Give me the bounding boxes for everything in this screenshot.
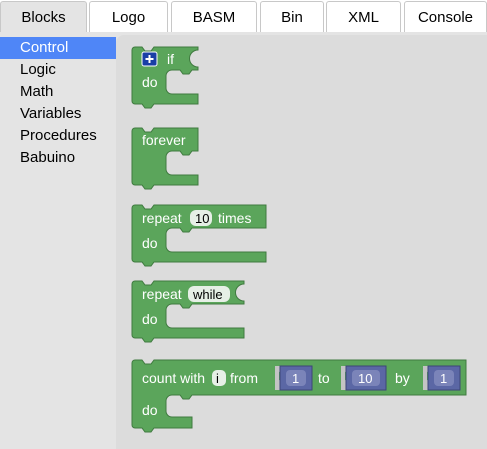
count-with-block[interactable]: count with i from 1 to 10 by 1 do xyxy=(131,359,467,433)
plus-icon[interactable] xyxy=(141,51,158,67)
block-flyout: if do forever repeat 10 times do repeat xyxy=(116,35,487,449)
repeat-do-label: do xyxy=(142,235,158,251)
from-number-block[interactable]: 1 xyxy=(275,365,313,391)
category-babuino[interactable]: Babuino xyxy=(0,147,116,169)
count-from-label: from xyxy=(230,370,258,386)
toolbox: Control Logic Math Variables Procedures … xyxy=(0,35,116,449)
repeat-while-label: repeat xyxy=(142,286,182,302)
category-control[interactable]: Control xyxy=(0,37,116,59)
repeat-times-label: times xyxy=(218,210,251,226)
tab-bar: Blocks Logo BASM Bin XML Console xyxy=(0,0,487,32)
count-by-label: by xyxy=(395,370,410,386)
forever-block[interactable]: forever xyxy=(131,127,199,190)
repeat-label: repeat xyxy=(142,210,182,226)
count-var-field[interactable] xyxy=(212,370,226,386)
tab-blocks[interactable]: Blocks xyxy=(0,1,87,32)
blockly-workspace: Control Logic Math Variables Procedures … xyxy=(0,32,487,449)
tab-basm[interactable]: BASM xyxy=(171,1,257,32)
tab-bin[interactable]: Bin xyxy=(260,1,324,32)
repeat-count-value: 10 xyxy=(195,211,209,226)
from-value: 1 xyxy=(292,371,299,386)
repeat-while-do-label: do xyxy=(142,311,158,327)
if-do-label: do xyxy=(142,74,158,90)
tab-xml[interactable]: XML xyxy=(326,1,401,32)
forever-label: forever xyxy=(142,132,186,148)
tab-logo[interactable]: Logo xyxy=(89,1,168,32)
if-label: if xyxy=(167,51,174,67)
repeat-mode-value: while xyxy=(192,287,223,302)
category-logic[interactable]: Logic xyxy=(0,59,116,81)
repeat-times-block[interactable]: repeat 10 times do xyxy=(131,204,267,267)
tab-console[interactable]: Console xyxy=(404,1,487,32)
count-to-label: to xyxy=(318,370,330,386)
repeat-while-block[interactable]: repeat while do xyxy=(131,280,245,343)
to-value: 10 xyxy=(358,371,372,386)
category-procedures[interactable]: Procedures xyxy=(0,125,116,147)
by-value: 1 xyxy=(440,371,447,386)
count-with-label: count with xyxy=(142,370,205,386)
flyout-canvas: if do forever repeat 10 times do repeat xyxy=(131,46,467,433)
category-variables[interactable]: Variables xyxy=(0,103,116,125)
category-math[interactable]: Math xyxy=(0,81,116,103)
by-number-block[interactable]: 1 xyxy=(423,365,461,391)
count-with-do-label: do xyxy=(142,402,158,418)
count-var-value: i xyxy=(216,371,219,386)
to-number-block[interactable]: 10 xyxy=(341,365,387,391)
if-block[interactable]: if do xyxy=(131,46,199,109)
